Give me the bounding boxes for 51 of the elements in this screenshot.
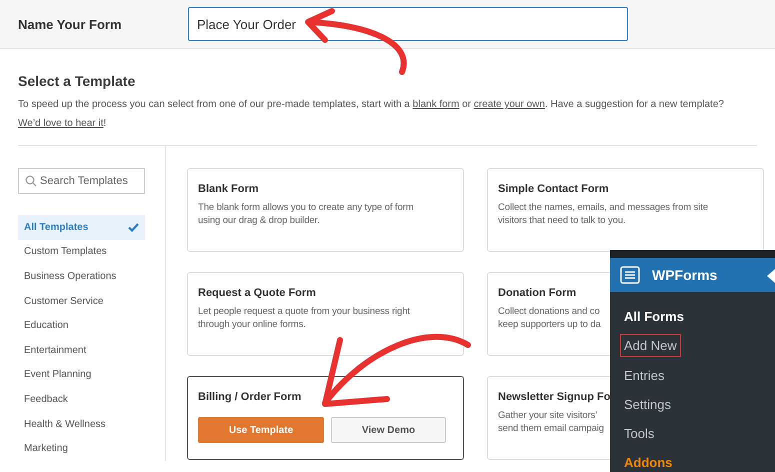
menu-item[interactable]: Entries	[620, 364, 668, 387]
template-title: Newsletter Signup Fo	[498, 391, 610, 403]
template-description: Collect donations and co	[498, 306, 600, 318]
category-item[interactable]: Event Planning	[18, 362, 145, 388]
template-description: The blank form allows you to create any type of form	[198, 202, 414, 214]
menu-item[interactable]: Tools	[620, 422, 658, 446]
search-icon	[25, 175, 37, 187]
category-item[interactable]: All Templates	[18, 215, 145, 240]
intro-link[interactable]: We’d love to hear it	[18, 118, 104, 129]
intro-text: To speed up the process you can select from one of our pre-made templates, start with a blank form or create your own. Have a suggestion for a new template? We’d love to hear it!	[18, 95, 757, 146]
category-item[interactable]: Entertainment	[18, 338, 145, 363]
intro-link[interactable]: blank form	[412, 99, 460, 110]
menu-header[interactable]: WPForms	[610, 258, 775, 292]
template-description: through your online forms.	[198, 318, 306, 331]
category-item[interactable]: Education	[18, 313, 145, 338]
menu-title: WPForms	[652, 267, 718, 283]
template-card[interactable]: Blank Form The blank form allows you to create any type of form using our drag & drop builder.	[187, 168, 464, 252]
form-name-label: Name Your Form	[18, 16, 123, 32]
menu-item[interactable]: Addons	[620, 451, 676, 472]
template-description: Let people request a quote from your business right	[198, 306, 410, 318]
form-name-field[interactable]: Place Your Order	[188, 7, 628, 41]
form-icon	[620, 266, 640, 284]
template-description: keep supporters up to da	[498, 318, 601, 331]
template-card[interactable]: Billing / Order Form Use Template View Demo	[187, 376, 464, 460]
intro-link[interactable]: create your own	[474, 99, 545, 110]
pointer-icon	[767, 269, 775, 283]
check-icon	[128, 222, 139, 232]
menu-item[interactable]: Settings	[620, 392, 675, 416]
menu-item[interactable]: All Forms	[620, 305, 688, 328]
template-title: Billing / Order Form	[198, 391, 302, 403]
template-title: Donation Form	[498, 287, 576, 299]
category-item[interactable]: Feedback	[18, 387, 145, 412]
category-item[interactable]: Custom Templates	[18, 240, 145, 264]
template-card[interactable]: Request a Quote Form Let people request a quote from your business right through your online forms.	[187, 272, 464, 356]
template-description: visitors that need to talk to you.	[498, 214, 626, 227]
view-demo-button[interactable]: View Demo	[331, 417, 446, 443]
template-description: Collect the names, emails, and messages from site	[498, 202, 708, 214]
menu-item[interactable]: Add New	[620, 334, 681, 358]
template-card[interactable]: Simple Contact Form Collect the names, emails, and messages from site visitors that need to talk to you.	[487, 168, 764, 252]
template-title: Request a Quote Form	[198, 287, 316, 299]
category-item[interactable]: Customer Service	[18, 288, 145, 314]
category-item[interactable]: Marketing	[18, 436, 145, 461]
template-description: Gather your site visitors’	[498, 410, 598, 422]
template-title: Blank Form	[198, 183, 259, 195]
category-item[interactable]: Health & Wellness	[18, 412, 145, 436]
section-title: Select a Template	[18, 73, 136, 89]
template-description: send them email campaig	[498, 422, 604, 435]
template-description: using our drag & drop builder.	[198, 214, 320, 227]
search-field[interactable]: Search Templates	[18, 168, 145, 194]
template-title: Simple Contact Form	[498, 183, 609, 195]
category-item[interactable]: Business Operations	[18, 264, 145, 289]
